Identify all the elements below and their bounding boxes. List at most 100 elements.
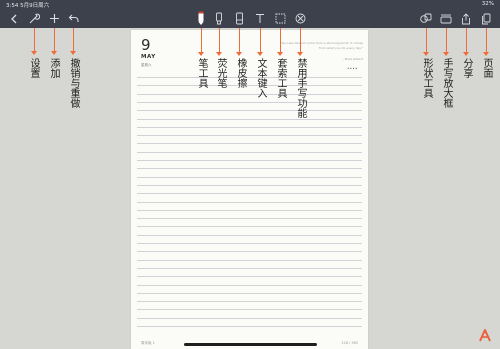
- ruled-line: [137, 243, 362, 244]
- annotation-eraser: 橡皮擦: [235, 58, 246, 88]
- back-icon: [11, 14, 17, 23]
- page-footer-right: 128 / 365: [341, 341, 358, 345]
- text-icon: [256, 14, 264, 23]
- arrow-lasso: [277, 28, 284, 56]
- ruled-line: [137, 326, 362, 327]
- ruled-line: [137, 110, 362, 112]
- arrow-text: [257, 28, 264, 56]
- ruled-line: [137, 301, 362, 303]
- add-button[interactable]: [47, 11, 61, 26]
- annotation-settings: 设置: [28, 58, 39, 78]
- zoom-box-button[interactable]: [439, 11, 453, 26]
- annotation-pages: 页面: [481, 58, 492, 78]
- annotation-lasso-tool: 套索工具: [275, 58, 286, 98]
- arrow-highlighter: [216, 28, 223, 56]
- annotation-undo-redo: 撤销与重做: [68, 58, 79, 108]
- shape-icon: [420, 13, 432, 23]
- disable-handwriting-icon: [295, 13, 305, 24]
- page-weekday: 星期六: [141, 63, 152, 67]
- annotation-add: 添加: [48, 58, 59, 78]
- ruled-line: [137, 184, 362, 186]
- back-button[interactable]: [8, 11, 20, 26]
- home-indicator: [184, 343, 317, 346]
- share-icon: [462, 12, 470, 24]
- ruled-line: [137, 309, 362, 311]
- pages-button[interactable]: [479, 11, 493, 26]
- annotation-text-input: 文本键入: [255, 58, 266, 98]
- ruled-line: [137, 151, 362, 153]
- arrow-disable-handwriting: [297, 28, 304, 56]
- ruled-line: [137, 160, 362, 161]
- arrow-shape: [423, 28, 430, 56]
- pages-icon: [482, 13, 491, 24]
- text-tool-button[interactable]: [254, 11, 266, 26]
- shape-tool-button[interactable]: [419, 11, 433, 26]
- highlighter-button[interactable]: [213, 11, 225, 26]
- disable-handwriting-button[interactable]: [294, 11, 306, 26]
- ruled-line: [137, 93, 362, 95]
- ruled-line: [137, 234, 362, 236]
- ruled-line: [137, 126, 362, 128]
- share-button[interactable]: [459, 11, 473, 26]
- ruled-line: [137, 284, 362, 286]
- page-dots: ••••: [347, 66, 358, 71]
- ruled-line: [137, 259, 362, 261]
- annotation-pen-tool: 笔工具: [196, 58, 207, 88]
- ruled-line: [137, 143, 362, 145]
- ruled-line: [137, 101, 362, 103]
- annotation-disable-handwriting: 禁用手写功能: [295, 58, 306, 118]
- app-logo-icon: [479, 329, 491, 342]
- arrow-share: [463, 28, 470, 56]
- arrow-undo: [70, 28, 77, 55]
- lasso-tool-button[interactable]: [274, 11, 286, 26]
- page-footer-left: 周末版 1: [141, 341, 155, 345]
- wrench-icon: [29, 13, 40, 23]
- arrow-zoom-box: [443, 28, 450, 56]
- page-quote: "Success doesn't come from a stunning bu…: [280, 41, 363, 50]
- zoom-box-icon: [440, 14, 452, 24]
- ruled-line: [137, 135, 362, 137]
- plus-icon: [49, 14, 59, 23]
- status-time: 3:54 5月9日周六: [6, 3, 50, 9]
- page-month: MAY: [141, 54, 156, 60]
- ruled-line: [137, 218, 362, 220]
- annotation-highlighter: 荧光笔: [215, 58, 226, 88]
- arrow-pen: [198, 28, 205, 56]
- ruled-line: [137, 77, 362, 78]
- undo-icon: [68, 14, 79, 22]
- ruled-line: [137, 168, 362, 170]
- arrow-settings: [31, 28, 38, 55]
- ruled-line: [137, 226, 362, 228]
- page-day: 9: [141, 36, 151, 54]
- ruled-line: [137, 292, 362, 294]
- annotation-shape-tool: 形状工具: [421, 58, 432, 98]
- undo-button[interactable]: [66, 11, 80, 26]
- highlighter-icon: [216, 12, 222, 24]
- ruled-line: [137, 176, 362, 178]
- ruled-line: [137, 193, 362, 195]
- arrow-pages: [483, 28, 490, 56]
- arrow-eraser: [236, 28, 243, 56]
- eraser-button[interactable]: [233, 11, 245, 26]
- top-toolbar: [0, 9, 500, 28]
- eraser-icon: [235, 12, 243, 25]
- ruled-line: [137, 209, 362, 211]
- status-bar: 3:54 5月9日周六 32%: [0, 0, 500, 9]
- settings-button[interactable]: [27, 11, 41, 26]
- ruled-line: [137, 317, 362, 319]
- battery-indicator: 32%: [481, 1, 494, 7]
- notebook-page[interactable]: 9 MAY 星期六 "Success doesn't come from a s…: [131, 30, 368, 349]
- lasso-icon: [275, 13, 285, 24]
- ruled-line: [137, 201, 362, 203]
- arrow-add: [51, 28, 58, 55]
- page-quote-author: - Brad Gilbert: [342, 57, 363, 61]
- ruled-line: [137, 85, 362, 87]
- ruled-line: [137, 118, 362, 120]
- annotation-handwriting-zoom: 手写放大框: [441, 58, 452, 108]
- ruled-line: [137, 251, 362, 253]
- ruled-line: [137, 276, 362, 278]
- pen-icon: [198, 11, 204, 25]
- annotation-share: 分享: [461, 58, 472, 78]
- ruled-line: [137, 267, 362, 269]
- pen-tool-button[interactable]: [195, 11, 207, 26]
